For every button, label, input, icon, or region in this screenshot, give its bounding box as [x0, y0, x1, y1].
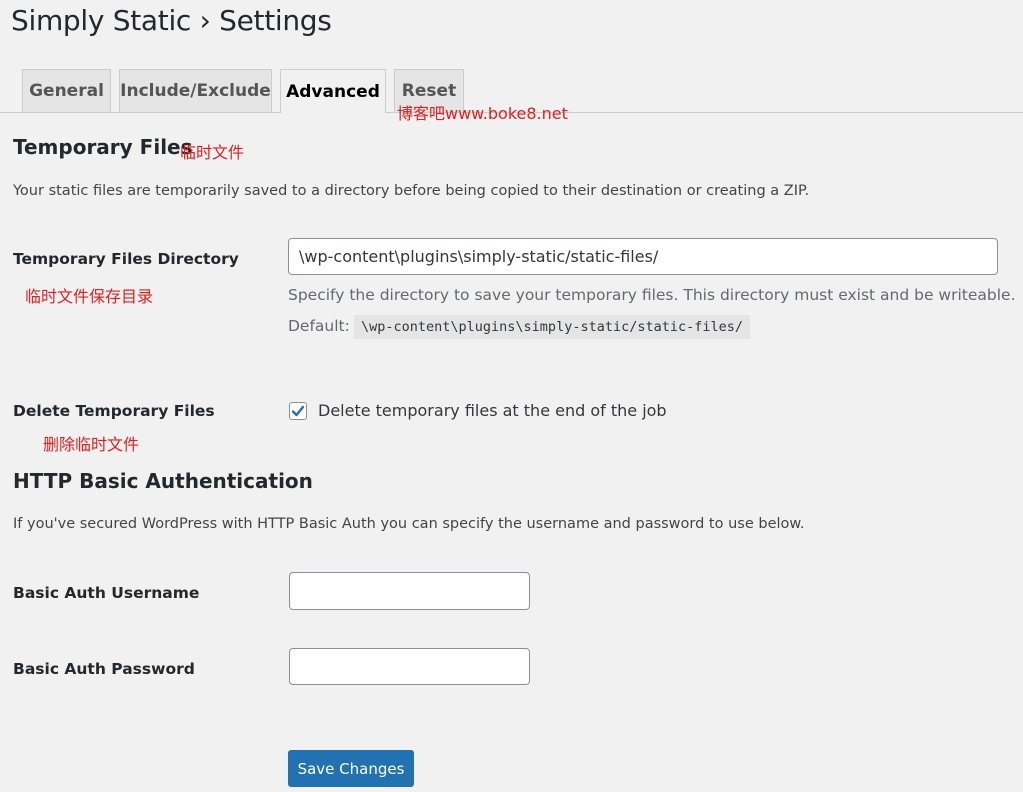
temporary-files-heading: Temporary Files [13, 135, 193, 159]
basic-auth-password-input[interactable] [289, 648, 530, 685]
tab-general[interactable]: General [22, 69, 111, 112]
delete-temporary-files-checkbox-label[interactable]: Delete temporary files at the end of the… [318, 401, 667, 420]
page-title: Simply Static › Settings [11, 4, 332, 37]
temporary-files-description: Your static files are temporarily saved … [13, 183, 810, 199]
delete-temporary-files-checkbox[interactable] [289, 402, 307, 420]
default-directory-value: \wp-content\plugins\simply-static/static… [354, 315, 751, 339]
basic-auth-username-input[interactable] [289, 572, 530, 610]
tab-include-exclude[interactable]: Include/Exclude [119, 69, 272, 112]
save-changes-button[interactable]: Save Changes [288, 750, 414, 787]
checkmark-icon [291, 405, 305, 417]
watermark-text: 博客吧www.boke8.net [397, 104, 568, 123]
delete-temporary-files-note: 删除临时文件 [43, 435, 140, 454]
http-basic-auth-heading: HTTP Basic Authentication [13, 469, 313, 493]
temporary-files-directory-hint: Specify the directory to save your tempo… [288, 286, 1016, 304]
default-label: Default: [288, 317, 350, 335]
basic-auth-password-label: Basic Auth Password [13, 660, 195, 678]
temporary-files-directory-label: Temporary Files Directory [13, 250, 239, 268]
tab-advanced[interactable]: Advanced [280, 69, 386, 113]
basic-auth-username-label: Basic Auth Username [13, 584, 200, 602]
temporary-files-directory-note: 临时文件保存目录 [25, 287, 154, 306]
http-basic-auth-description: If you've secured WordPress with HTTP Ba… [13, 516, 805, 532]
delete-temporary-files-label: Delete Temporary Files [13, 402, 215, 420]
temporary-files-note: 临时文件 [180, 143, 245, 162]
temporary-files-directory-input[interactable]: \wp-content\plugins\simply-static/static… [288, 238, 998, 275]
